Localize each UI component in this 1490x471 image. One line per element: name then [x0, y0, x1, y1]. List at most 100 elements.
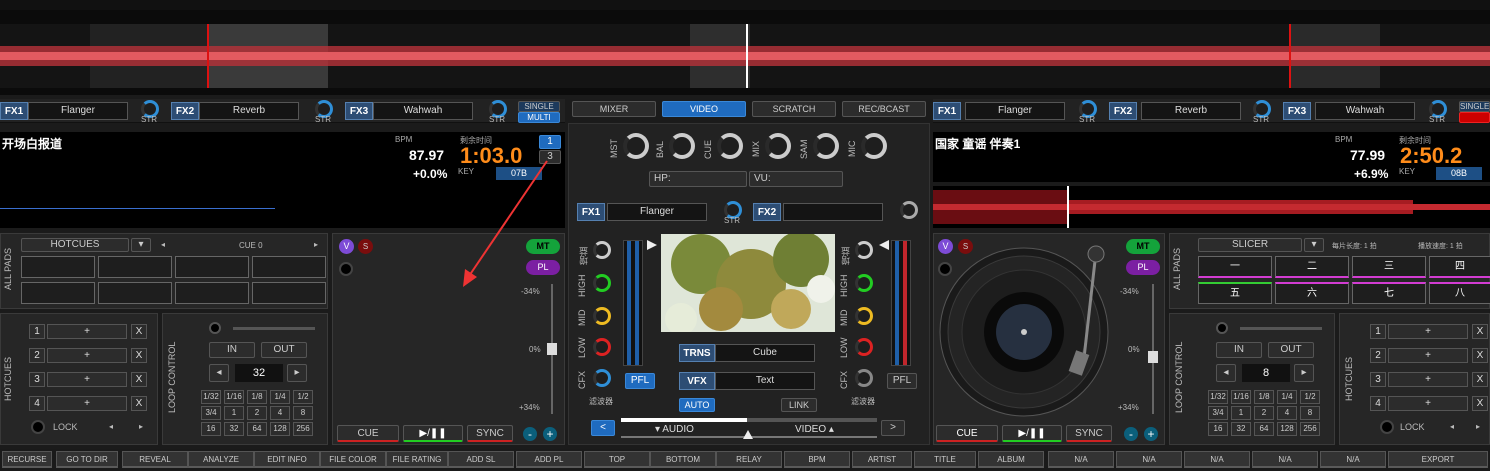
reveal-button[interactable]: REVEAL: [122, 451, 188, 468]
right-play-button[interactable]: ▶/❚❚: [1002, 425, 1062, 442]
right-pitch-slider[interactable]: [1152, 284, 1154, 414]
right-slice-pad-8[interactable]: 八: [1429, 282, 1490, 304]
left-record-icon[interactable]: [339, 262, 353, 276]
video-label[interactable]: VIDEO ▴: [795, 424, 834, 435]
go-to-dir-button[interactable]: GO TO DIR: [56, 451, 118, 468]
right-mid-knob[interactable]: [855, 307, 873, 325]
right-loop-size-13[interactable]: 64: [1254, 422, 1274, 436]
right-gain-knob[interactable]: [855, 241, 873, 259]
right-loop-size-3[interactable]: 1/8: [1254, 390, 1274, 404]
right-slice-pad-6[interactable]: 六: [1275, 282, 1349, 304]
hp-meter[interactable]: HP:: [649, 171, 747, 187]
right-loop-size-1[interactable]: 1/32: [1208, 390, 1228, 404]
left-lock-prev-icon[interactable]: ◂: [109, 422, 113, 431]
right-loop-in-button[interactable]: IN: [1216, 342, 1262, 358]
vfx-value[interactable]: Text: [715, 372, 815, 390]
left-loop-size-5[interactable]: 1/2: [293, 390, 313, 404]
trns-value[interactable]: Cube: [715, 344, 815, 362]
crossfader-handle[interactable]: [743, 430, 753, 439]
right-tempo-minus-icon[interactable]: -: [1124, 427, 1138, 441]
left-pad-2[interactable]: [98, 256, 172, 278]
left-pfl-button[interactable]: PFL: [625, 373, 655, 389]
left-hotcue-del-1[interactable]: X: [131, 324, 147, 339]
left-loop-knob[interactable]: [209, 322, 221, 334]
right-channel-fader-track[interactable]: [891, 240, 911, 366]
left-loop-size-8[interactable]: 2: [247, 406, 267, 420]
left-pad-6[interactable]: [98, 282, 172, 304]
right-single-button[interactable]: SINGLE: [1459, 101, 1490, 112]
link-button[interactable]: LINK: [781, 398, 817, 412]
left-pad-5[interactable]: [21, 282, 95, 304]
left-hotcue-add-1[interactable]: +: [47, 324, 127, 339]
left-gain-knob[interactable]: [593, 241, 611, 259]
left-loop-size-10[interactable]: 8: [293, 406, 313, 420]
right-hotcue-add-3[interactable]: +: [1388, 372, 1468, 387]
left-pad-1[interactable]: [21, 256, 95, 278]
left-loop-size-3[interactable]: 1/8: [247, 390, 267, 404]
left-fx1-label[interactable]: FX1: [0, 102, 28, 120]
right-hotcue-del-3[interactable]: X: [1472, 372, 1488, 387]
right-fx3-name[interactable]: Wahwah: [1315, 102, 1415, 120]
left-fx2-label[interactable]: FX2: [171, 102, 199, 120]
right-hotcue-del-1[interactable]: X: [1472, 324, 1488, 339]
left-play-button[interactable]: ▶/❚❚: [403, 425, 463, 442]
multi-button[interactable]: MULTI: [518, 112, 560, 123]
na-button-1[interactable]: N/A: [1048, 451, 1114, 468]
right-loop-size-5[interactable]: 1/2: [1300, 390, 1320, 404]
left-pad-3[interactable]: [175, 256, 249, 278]
left-tempo-plus-icon[interactable]: +: [543, 427, 557, 441]
turntable-platter[interactable]: [936, 240, 1116, 420]
right-pads-dropdown[interactable]: ▾: [1304, 238, 1324, 252]
left-cfx-knob[interactable]: [593, 369, 611, 387]
right-loop-size-8[interactable]: 2: [1254, 406, 1274, 420]
right-loop-size-10[interactable]: 8: [1300, 406, 1320, 420]
right-loop-size-4[interactable]: 1/4: [1277, 390, 1297, 404]
right-loop-knob[interactable]: [1216, 322, 1228, 334]
mixer-fx1-name[interactable]: Flanger: [607, 203, 707, 221]
left-loop-size-2[interactable]: 1/16: [224, 390, 244, 404]
add-pl-button[interactable]: ADD PL: [516, 451, 582, 468]
left-loop-size-11[interactable]: 16: [201, 422, 221, 436]
right-loop-out-button[interactable]: OUT: [1268, 342, 1314, 358]
left-sync-button[interactable]: SYNC: [467, 425, 513, 442]
right-fx1-name[interactable]: Flanger: [965, 102, 1065, 120]
album-sort-button[interactable]: ALBUM: [978, 451, 1044, 468]
left-pads-mode-select[interactable]: HOTCUES: [21, 238, 129, 252]
left-fx3-label[interactable]: FX3: [345, 102, 373, 120]
na-button-2[interactable]: N/A: [1116, 451, 1182, 468]
right-hotcue-del-4[interactable]: X: [1472, 396, 1488, 411]
right-loop-prev[interactable]: ◂: [1216, 364, 1236, 382]
right-cfx-knob[interactable]: [855, 369, 873, 387]
left-loop-size-15[interactable]: 256: [293, 422, 313, 436]
left-pad-7[interactable]: [175, 282, 249, 304]
right-cue-button[interactable]: CUE: [936, 425, 998, 442]
left-hotcue-add-2[interactable]: +: [47, 348, 127, 363]
right-hotcue-add-2[interactable]: +: [1388, 348, 1468, 363]
bpm-sort-button[interactable]: BPM: [784, 451, 850, 468]
na-button-5[interactable]: N/A: [1320, 451, 1386, 468]
trns-label[interactable]: TRNS: [679, 344, 715, 362]
video-preview[interactable]: [661, 234, 835, 332]
right-fx2-name[interactable]: Reverb: [1141, 102, 1241, 120]
left-loop-size-14[interactable]: 128: [270, 422, 290, 436]
bal-knob[interactable]: [669, 133, 695, 159]
right-fader-handle[interactable]: [879, 240, 889, 250]
left-loop-size-9[interactable]: 4: [270, 406, 290, 420]
left-high-knob[interactable]: [593, 274, 611, 292]
left-loop-size-12[interactable]: 32: [224, 422, 244, 436]
right-lock-prev-icon[interactable]: ◂: [1450, 422, 1454, 431]
left-loop-size-7[interactable]: 1: [224, 406, 244, 420]
right-pitch-handle[interactable]: [1148, 351, 1158, 363]
left-loop-out-button[interactable]: OUT: [261, 342, 307, 358]
right-high-knob[interactable]: [855, 274, 873, 292]
right-loop-size-9[interactable]: 4: [1277, 406, 1297, 420]
waveform-overview[interactable]: [0, 0, 1490, 95]
na-button-3[interactable]: N/A: [1184, 451, 1250, 468]
left-pads-dropdown[interactable]: ▾: [131, 238, 151, 252]
export-button[interactable]: EXPORT: [1388, 451, 1488, 468]
bottom-button[interactable]: BOTTOM: [650, 451, 716, 468]
left-fader-handle[interactable]: [647, 240, 657, 250]
right-lock-next-icon[interactable]: ▸: [1476, 422, 1480, 431]
left-video-button[interactable]: V: [339, 239, 354, 254]
left-lock-icon[interactable]: [31, 420, 45, 434]
